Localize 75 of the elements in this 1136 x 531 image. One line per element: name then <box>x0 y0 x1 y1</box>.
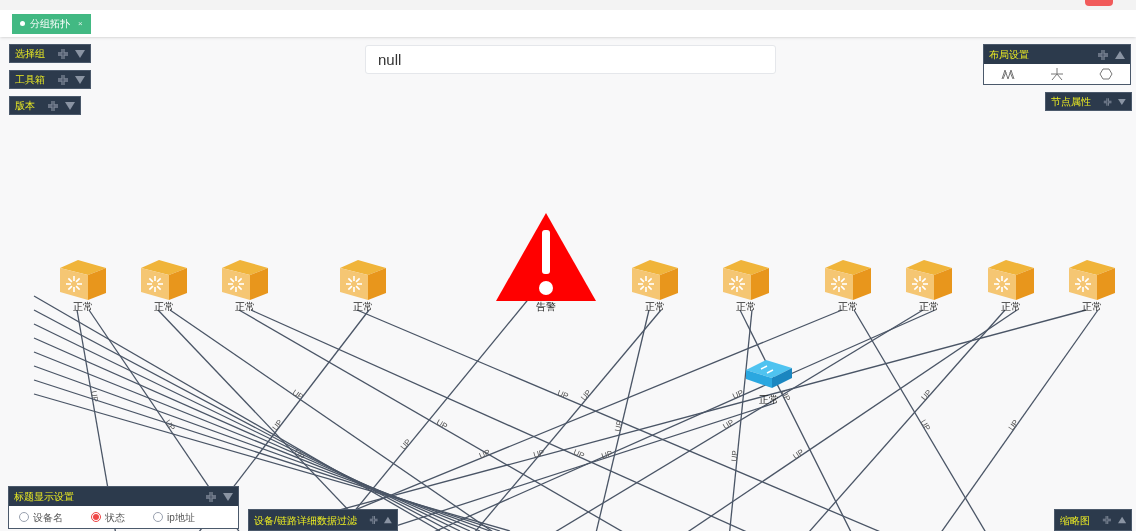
radio-option[interactable]: ip地址 <box>153 509 195 525</box>
node-label: 正常 <box>154 301 174 312</box>
collapse-arrows-icon[interactable] <box>205 490 217 503</box>
radio-button[interactable] <box>91 512 101 522</box>
link-label: UP <box>434 417 449 432</box>
server-cube-icon[interactable] <box>60 260 106 300</box>
node-label: 正常 <box>353 301 373 312</box>
node-label: 正常 <box>919 301 939 312</box>
radio-option[interactable]: 设备名 <box>19 509 63 525</box>
server-cube-icon[interactable] <box>340 260 386 300</box>
server-cube-icon[interactable] <box>906 260 952 300</box>
link-label: UP <box>918 418 932 433</box>
link-label: UP <box>163 418 177 433</box>
caret-up-icon[interactable] <box>1115 50 1125 59</box>
link-label: UP <box>731 388 745 401</box>
panel-header[interactable]: 缩略图 <box>1054 509 1132 531</box>
collapse-arrows-icon[interactable] <box>1097 48 1109 61</box>
collapse-arrows-icon[interactable] <box>1103 95 1113 108</box>
link-label: UP <box>270 417 285 433</box>
link-label: UP <box>571 447 586 461</box>
link-label: UP <box>477 447 492 461</box>
node-label: 正常 <box>235 301 255 312</box>
server-cube-icon[interactable] <box>222 260 268 300</box>
link-label: UP <box>919 388 934 403</box>
layout-star-icon[interactable] <box>1050 68 1064 80</box>
link-label: UP <box>579 388 594 403</box>
panel-header[interactable]: 布局设置 <box>984 45 1130 64</box>
link-label: UP <box>600 448 614 461</box>
network-switch-icon[interactable] <box>746 360 792 388</box>
search-field[interactable]: null <box>365 45 776 74</box>
link-label: UP <box>532 448 546 460</box>
link-label: UP <box>791 447 806 462</box>
node-label: 正常 <box>838 301 858 312</box>
link-label: UP <box>613 419 625 433</box>
link-label: UP <box>290 387 305 402</box>
node-label: 正常 <box>1082 301 1102 312</box>
panel-header[interactable]: 节点属性 <box>1045 92 1132 111</box>
caret-down-icon[interactable] <box>1118 97 1126 106</box>
link-label: UP <box>89 390 100 403</box>
link-label: UP <box>729 450 740 463</box>
radio-option[interactable]: 状态 <box>91 509 125 525</box>
collapse-arrows-icon[interactable] <box>368 514 379 526</box>
caret-down-icon[interactable] <box>65 101 75 110</box>
server-cube-icon[interactable] <box>988 260 1034 300</box>
link-label: UP <box>1006 418 1021 433</box>
warning-triangle-icon[interactable] <box>496 213 596 301</box>
node-label: 告警 <box>536 301 556 312</box>
server-cube-icon[interactable] <box>723 260 769 300</box>
panel-header[interactable]: 标题显示设置 <box>9 487 238 506</box>
collapse-arrows-icon[interactable] <box>47 99 59 112</box>
caret-up-icon[interactable] <box>1117 516 1126 524</box>
caret-up-icon[interactable] <box>384 516 392 524</box>
caret-down-icon[interactable] <box>223 492 233 501</box>
link-label: UP <box>721 417 736 432</box>
link-label: UP <box>291 447 307 462</box>
server-cube-icon[interactable] <box>1069 260 1115 300</box>
node-label: 正常 <box>73 301 93 312</box>
server-cube-icon[interactable] <box>632 260 678 300</box>
caret-down-icon[interactable] <box>75 75 85 84</box>
collapse-arrows-icon[interactable] <box>57 47 69 60</box>
link-label: UP <box>555 388 570 401</box>
panel-header[interactable]: 工具箱 <box>9 70 91 89</box>
collapse-arrows-icon[interactable] <box>57 73 69 86</box>
panel-header[interactable]: 版本 <box>9 96 81 115</box>
node-label: 正常 <box>736 301 756 312</box>
caret-down-icon[interactable] <box>75 49 85 58</box>
layout-tree-icon[interactable] <box>1001 69 1016 79</box>
server-cube-icon[interactable] <box>141 260 187 300</box>
server-cube-icon[interactable] <box>825 260 871 300</box>
panel-header[interactable]: 设备/链路详细数据过滤 <box>248 509 398 531</box>
panel-header[interactable]: 选择组 <box>9 44 91 63</box>
node-label: 正常 <box>645 301 665 312</box>
node-label: 正常 <box>1001 301 1021 312</box>
collapse-arrows-icon[interactable] <box>1102 514 1112 526</box>
link-label: UP <box>398 437 413 452</box>
